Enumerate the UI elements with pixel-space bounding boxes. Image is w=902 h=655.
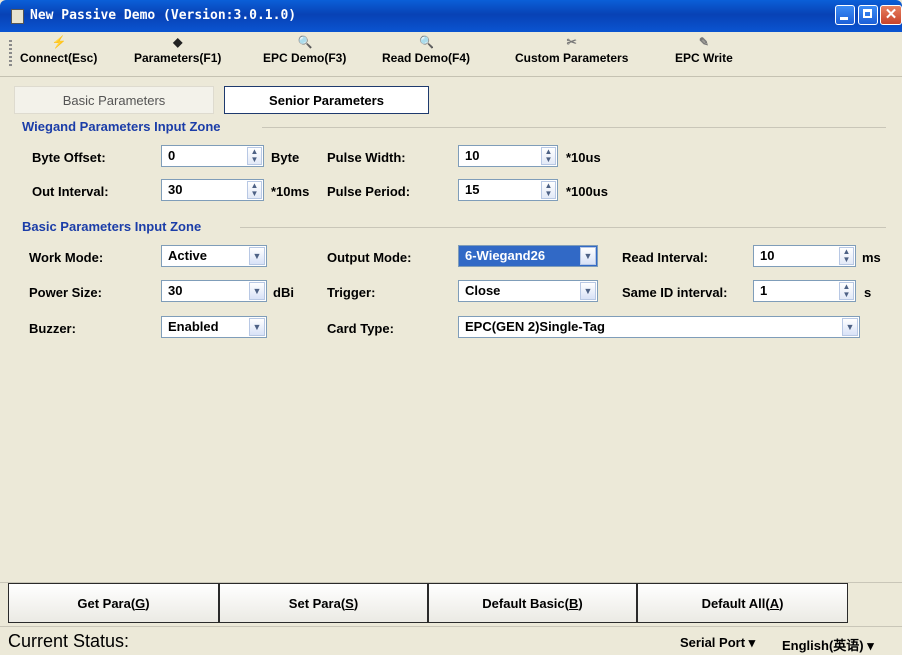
chevron-down-icon[interactable]: ▼ <box>580 247 596 265</box>
pulse-period-label: Pulse Period: <box>327 184 411 199</box>
title-bar: New Passive Demo (Version:3.0.1.0) ✕ <box>0 0 902 32</box>
chevron-down-icon[interactable]: ▼ <box>249 318 265 336</box>
wiegand-group-title: Wiegand Parameters Input Zone <box>22 119 221 134</box>
write-icon: ✎ <box>698 35 709 49</box>
byte-offset-unit: Byte <box>271 150 300 165</box>
trigger-label: Trigger: <box>327 285 376 300</box>
basic-group-title: Basic Parameters Input Zone <box>22 219 202 234</box>
pulse-width-unit: *10us <box>566 150 601 165</box>
out-interval-spinner[interactable]: ▲ ▼ <box>247 181 262 199</box>
default-basic-button[interactable]: Default Basic(B) <box>428 583 637 623</box>
chevron-down-icon[interactable]: ▼ <box>842 318 858 336</box>
out-interval-label: Out Interval: <box>32 184 109 199</box>
chevron-down-icon[interactable]: ▼ <box>249 282 265 300</box>
pulse-width-spinner[interactable]: ▲ ▼ <box>541 147 556 165</box>
tab-basic-parameters[interactable]: Basic Parameters <box>14 86 214 114</box>
parameters-icon: ◆ <box>173 35 183 49</box>
byte-offset-label: Byte Offset: <box>32 150 106 165</box>
group-divider <box>262 127 886 128</box>
pulse-period-unit: *100us <box>566 184 608 199</box>
button-bar: Get Para(G) Set Para(S) Default Basic(B)… <box>0 582 902 627</box>
connect-icon: ⚡ <box>51 35 67 49</box>
status-bar: Current Status: Serial Port ▾ English(英语… <box>0 626 902 655</box>
current-status-label: Current Status: <box>8 631 130 651</box>
same-id-interval-label: Same ID interval: <box>622 285 728 300</box>
toolbar-grip[interactable] <box>9 40 12 68</box>
pulse-period-spinner[interactable]: ▲ ▼ <box>541 181 556 199</box>
search-icon: 🔍 <box>297 35 313 49</box>
window-title: New Passive Demo (Version:3.0.1.0) <box>30 8 297 23</box>
epc-demo-button[interactable]: 🔍 EPC Demo(F3) <box>263 35 346 65</box>
connect-button[interactable]: ⚡ Connect(Esc) <box>20 35 97 65</box>
output-mode-label: Output Mode: <box>327 250 412 265</box>
output-mode-select[interactable]: 6-Wiegand26 <box>458 245 598 267</box>
close-button[interactable]: ✕ <box>880 5 902 25</box>
minimize-button[interactable] <box>835 5 855 25</box>
power-size-label: Power Size: <box>29 285 102 300</box>
pulse-width-label: Pulse Width: <box>327 150 406 165</box>
default-all-button[interactable]: Default All(A) <box>637 583 848 623</box>
toolbar: ⚡ Connect(Esc) ◆ Parameters(F1) 🔍 EPC De… <box>0 32 902 77</box>
trigger-select[interactable]: Close <box>458 280 598 302</box>
same-id-interval-spinner[interactable]: ▲ ▼ <box>839 282 854 300</box>
buzzer-label: Buzzer: <box>29 321 76 336</box>
group-divider <box>240 227 886 228</box>
language-dropdown[interactable]: English(英语) ▾ <box>782 635 874 654</box>
byte-offset-spinner[interactable]: ▲ ▼ <box>247 147 262 165</box>
set-para-button[interactable]: Set Para(S) <box>219 583 428 623</box>
read-interval-unit: ms <box>862 250 881 265</box>
read-interval-spinner[interactable]: ▲ ▼ <box>839 247 854 265</box>
get-para-button[interactable]: Get Para(G) <box>8 583 219 623</box>
close-icon: ✕ <box>884 6 898 23</box>
tools-icon: ✂ <box>566 35 577 49</box>
read-interval-label: Read Interval: <box>622 250 708 265</box>
epc-write-button[interactable]: ✎ EPC Write <box>675 35 733 65</box>
out-interval-unit: *10ms <box>271 184 310 199</box>
work-mode-label: Work Mode: <box>29 250 104 265</box>
custom-parameters-button[interactable]: ✂ Custom Parameters <box>515 35 628 65</box>
search-icon: 🔍 <box>419 35 434 49</box>
serial-port-dropdown[interactable]: Serial Port ▾ <box>680 635 755 651</box>
same-id-interval-unit: s <box>864 285 872 300</box>
read-demo-button[interactable]: 🔍 Read Demo(F4) <box>382 35 470 65</box>
parameters-button[interactable]: ◆ Parameters(F1) <box>134 35 221 65</box>
chevron-down-icon[interactable]: ▼ <box>249 247 265 265</box>
tab-senior-parameters[interactable]: Senior Parameters <box>224 86 429 114</box>
card-type-label: Card Type: <box>327 321 394 336</box>
power-size-unit: dBi <box>273 285 294 300</box>
maximize-button[interactable] <box>858 5 878 25</box>
card-type-select[interactable]: EPC(GEN 2)Single-Tag <box>458 316 860 338</box>
app-icon <box>11 9 24 24</box>
chevron-down-icon[interactable]: ▼ <box>580 282 596 300</box>
